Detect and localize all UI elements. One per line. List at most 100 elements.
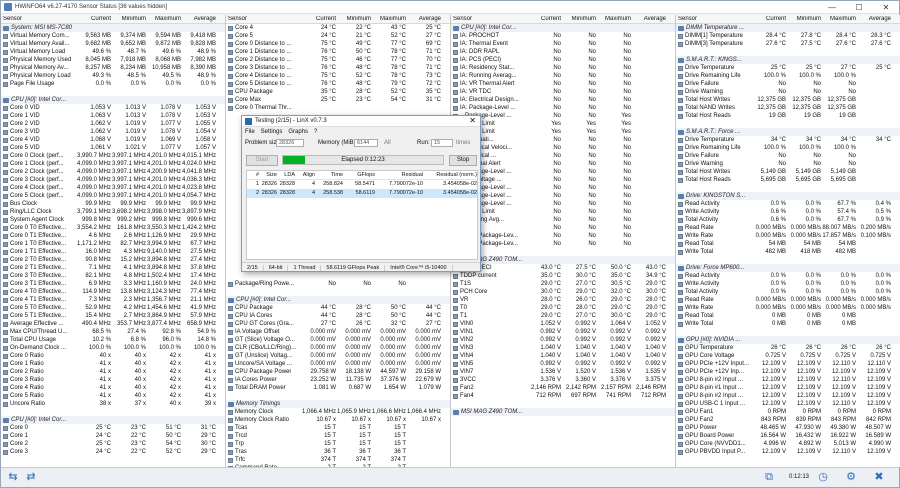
sensor-panel[interactable]: Sensor Current Minimum Maximum Average CPU [#…: [451, 15, 676, 467]
sensor-row[interactable]: Core 2 25 °C 23 °C 54 °C 30 °C: [1, 440, 225, 448]
column-header[interactable]: Sensor Current Minimum Maximum Average: [226, 15, 450, 24]
sensor-row[interactable]: Core 4 T0 Effective... 114.9 MHz 13.8 MHz 3…: [1, 288, 225, 296]
sensor-group-header[interactable]: Drive: KINGSTON S...: [676, 192, 900, 200]
sensor-row[interactable]: Read Activity 0.0 % 0.0 % 67.7 % 0.4 %: [676, 200, 900, 208]
sensor-row[interactable]: Core 4 24 °C 22 °C 43 °C 25 °C: [226, 24, 450, 32]
sensor-row[interactable]: ...Package-Level ... No No No: [451, 200, 675, 208]
sensor-row[interactable]: Core 4 VID 1.068 V 1.019 V 1.069 V 1.058 V: [1, 136, 225, 144]
sensor-row[interactable]: VIN5 0.992 V 0.992 V 0.992 V 0.992 V: [451, 360, 675, 368]
sensor-row[interactable]: Core 3 T1 Effective... 6.9 MHz 3.3 MHz 1,16…: [1, 280, 225, 288]
sensor-row[interactable]: Uncore Ratio 38 x 37 x 40 x 39 x: [1, 400, 225, 408]
column-header-current[interactable]: Current: [527, 16, 562, 22]
sensor-row[interactable]: ...Running Avg... No No No: [451, 216, 675, 224]
sensor-row[interactable]: IA: Package-Level ... No No No: [451, 104, 675, 112]
sensor-row[interactable]: Core 3 Clock (perf... 4,099.0 MHz 3,997.1 …: [1, 176, 225, 184]
sensor-row[interactable]: CLR (CBo/LLC/Ring)... 0.000 mV 0.000 mV 0.0…: [226, 344, 450, 352]
column-header-minimum[interactable]: Minimum: [112, 16, 147, 22]
sensor-row[interactable]: Total CPU Usage 10.2 % 6.8 % 96.0 % 14.8 %: [1, 336, 225, 344]
sensor-group-header[interactable]: CPU [#0]: Intel Cor...: [1, 96, 225, 104]
sensor-row[interactable]: IA: Running Averag... No No No: [451, 72, 675, 80]
minimize-button[interactable]: —: [819, 2, 845, 13]
sensor-row[interactable]: Physical Memory Load 49.3 % 48.5 % 49.5 % 48…: [1, 72, 225, 80]
sensor-row[interactable]: PCH Core 30.0 °C 29.0 °C 32.0 °C 30.0 °C: [451, 288, 675, 296]
sensor-row[interactable]: On-Demand Clock ... 100.0 % 100.0 % 100.0 %…: [1, 344, 225, 352]
column-header-maximum[interactable]: Maximum: [822, 16, 857, 22]
column-header-current[interactable]: Current: [77, 16, 112, 22]
sensor-row[interactable]: Read Total 54 MB 54 MB 54 MB: [676, 240, 900, 248]
sensor-row[interactable]: VR 28.0 °C 26.0 °C 29.0 °C 28.0 °C: [451, 296, 675, 304]
sensor-row[interactable]: CPU Package 35 °C 28 °C 52 °C 35 °C: [226, 88, 450, 96]
sensor-row[interactable]: Read Activity 0.0 % 0.0 % 0.0 % 0.0 %: [676, 272, 900, 280]
menu-graphs[interactable]: Graphs: [288, 129, 308, 135]
sensor-group-header[interactable]: DIMM Temperature ...: [676, 24, 900, 32]
sensor-row[interactable]: Virtual Memory Com... 9,563 MB 9,374 MB 9,5…: [1, 32, 225, 40]
sensor-row[interactable]: Ring/LLC Clock 3,799.1 MHz 3,698.2 MHz 3,99…: [1, 208, 225, 216]
sensor-row[interactable]: Physical Memory Used 8,045 MB 7,918 MB 8,06…: [1, 56, 225, 64]
column-header-sensor[interactable]: Sensor: [451, 16, 527, 22]
column-header-sensor[interactable]: Sensor: [1, 16, 77, 22]
sensor-row[interactable]: GPU USB-C 1 Input ... 12.109 V 12.109 V 12.…: [676, 400, 900, 408]
sensor-group-header[interactable]: CPU [#0]: Intel Cor...: [226, 296, 450, 304]
sensor-row[interactable]: Total Host Writes 5,149 GB 5,149 GB 5,149 G…: [676, 168, 900, 176]
sensor-row[interactable]: IA: DDR RAPL No No No: [451, 48, 675, 56]
sensor-row[interactable]: VIN4 1.040 V 1.040 V 1.040 V 1.040 V: [451, 352, 675, 360]
sensor-row[interactable]: GPU Power 48.465 W 47.930 W 49.380 W 48.507 …: [676, 424, 900, 432]
column-header-minimum[interactable]: Minimum: [337, 16, 372, 22]
sensor-row[interactable]: RING: Package-Lev... No No No: [451, 232, 675, 240]
sensor-row[interactable]: Core 3 T0 Effective... 82.1 MHz 4.8 MHz 1,5…: [1, 272, 225, 280]
sensor-group-header[interactable]: Drive: Force MP600...: [676, 264, 900, 272]
sensor-row[interactable]: IA Voltage Offset 0.000 mV 0.000 mV 0.000 m…: [226, 328, 450, 336]
sensor-row[interactable]: GPU 8-pin #1 Input ... 12.109 V 12.109 V 12…: [676, 384, 900, 392]
sensor-row[interactable]: Page File Usage 0.0 % 0.0 % 0.0 % 0.0 %: [1, 80, 225, 88]
sensor-row[interactable]: Memory Clock 1,066.4 MHz 1,065.9 MHz 1,066.…: [226, 408, 450, 416]
sensor-row[interactable]: Core Max 25 °C 23 °C 54 °C 31 °C: [226, 96, 450, 104]
sensor-row[interactable]: RING: Package-Lev... No No No: [451, 240, 675, 248]
sensor-row[interactable]: T1S 29.0 °C 27.0 °C 30.5 °C 29.0 °C: [451, 280, 675, 288]
settings-icon[interactable]: ⚙: [843, 471, 859, 484]
column-header-average[interactable]: Average: [857, 16, 892, 22]
sensor-row[interactable]: Core 3 Distance to ... 76 °C 48 °C 78 °C 71 …: [226, 64, 450, 72]
sensor-row[interactable]: Core 5 T0 Effective... 52.9 MHz 4.2 MHz 1,4…: [1, 304, 225, 312]
sensor-panel[interactable]: Sensor Current Minimum Maximum Average DIMM T…: [676, 15, 900, 467]
sensor-group-header[interactable]: MSI MAG Z490 TOM...: [451, 256, 675, 264]
sensor-row[interactable]: 3VCC 3.376 V 3.360 V 3.376 V 3.375 V: [451, 376, 675, 384]
sensor-row[interactable]: Core 0 25 °C 23 °C 51 °C 31 °C: [1, 424, 225, 432]
navigate-left-icon[interactable]: ⇆: [5, 471, 21, 484]
sensor-row[interactable]: Core 5 Distance to ... 76 °C 48 °C 79 °C 72 …: [226, 80, 450, 88]
sensor-row[interactable]: Drive Warning No No No: [676, 88, 900, 96]
sensor-row[interactable]: VIN2 0.992 V 0.992 V 0.992 V 0.992 V: [451, 336, 675, 344]
sensor-row[interactable]: Core 1 T1 Effective... 16.0 MHz 4.3 MHz 9,1…: [1, 248, 225, 256]
sensor-row[interactable]: ...Turbo LimitYesYesYes: [451, 120, 675, 128]
sensor-row[interactable]: IA Cores Power 23.252 W 11.735 W 37.376 W 22…: [226, 376, 450, 384]
sensor-row[interactable]: ...Package-Level ... No No No: [451, 192, 675, 200]
sensor-row[interactable]: GPU PCIe +12V Input... 12.109 V 12.109 V 12…: [676, 360, 900, 368]
sensor-row[interactable]: Core 1 Clock (perf... 4,099.0 MHz 3,997.1 …: [1, 160, 225, 168]
column-header-average[interactable]: Average: [632, 16, 667, 22]
sensor-row[interactable]: Core 3 VID 1.062 V 1.019 V 1.078 V 1.054 V: [1, 128, 225, 136]
sensor-row[interactable]: Core 2 Ratio 41 x 40 x 42 x 41 x: [1, 368, 225, 376]
network-icon[interactable]: ⧉: [761, 471, 777, 484]
exit-icon[interactable]: ✖: [871, 471, 887, 484]
sensor-row[interactable]: CPU GT Cores (Gra... 27 °C 26 °C 32 °C 27 °C: [226, 320, 450, 328]
sensor-row[interactable]: Read Total 0 MB 0 MB 0 MB: [676, 312, 900, 320]
sensor-row[interactable]: TDDP current 35.0 °C 30.0 °C 35.0 °C 34.9 °C: [451, 272, 675, 280]
sensor-row[interactable]: Total DRAM Power 1.081 W 0.687 W 1.654 W 1.0…: [226, 384, 450, 392]
sensor-row[interactable]: VIN7 1.536 V 1.520 V 1.536 V 1.535 V: [451, 368, 675, 376]
stop-button[interactable]: Stop: [449, 155, 477, 166]
sensor-row[interactable]: GPU PBVDD Input P... 12.109 V 12.109 V 12.1…: [676, 448, 900, 456]
sensor-row[interactable]: Package/Ring Powe... No No No: [226, 280, 450, 288]
column-header-minimum[interactable]: Minimum: [787, 16, 822, 22]
sensor-row[interactable]: Core 5 VID 1.061 V 1.021 V 1.077 V 1.057 V: [1, 144, 225, 152]
sensor-row[interactable]: ...Package-Level ... No No No: [451, 184, 675, 192]
sensor-row[interactable]: Core 0 Ratio 40 x 40 x 42 x 41 x: [1, 352, 225, 360]
maximize-button[interactable]: ☐: [846, 2, 872, 13]
sensor-row[interactable]: Write Rate 0.000 MB/s 0.000 MB/s 17.857 MB/…: [676, 232, 900, 240]
sensor-row[interactable]: ...Attenuati...NoNoNo: [451, 136, 675, 144]
sensor-row[interactable]: VIN1 0.992 V 0.992 V 0.992 V 0.992 V: [451, 328, 675, 336]
run-count-input[interactable]: 15: [431, 139, 453, 147]
sensor-row[interactable]: GPU Core (NVVDD1... 4.996 W 4.892 W 5.013 W…: [676, 440, 900, 448]
sensor-row[interactable]: DIMM[3] Temperature 27.6 °C 27.5 °C 27.6 °C…: [676, 40, 900, 48]
sensor-row[interactable]: System Agent Clock 999.8 MHz 999.2 MHz 999.…: [1, 216, 225, 224]
sensor-row[interactable]: Core 1 VID 1.063 V 1.013 V 1.078 V 1.053 V: [1, 112, 225, 120]
sensor-row[interactable]: T1 29.0 °C 27.0 °C 30.0 °C 29.0 °C: [451, 312, 675, 320]
